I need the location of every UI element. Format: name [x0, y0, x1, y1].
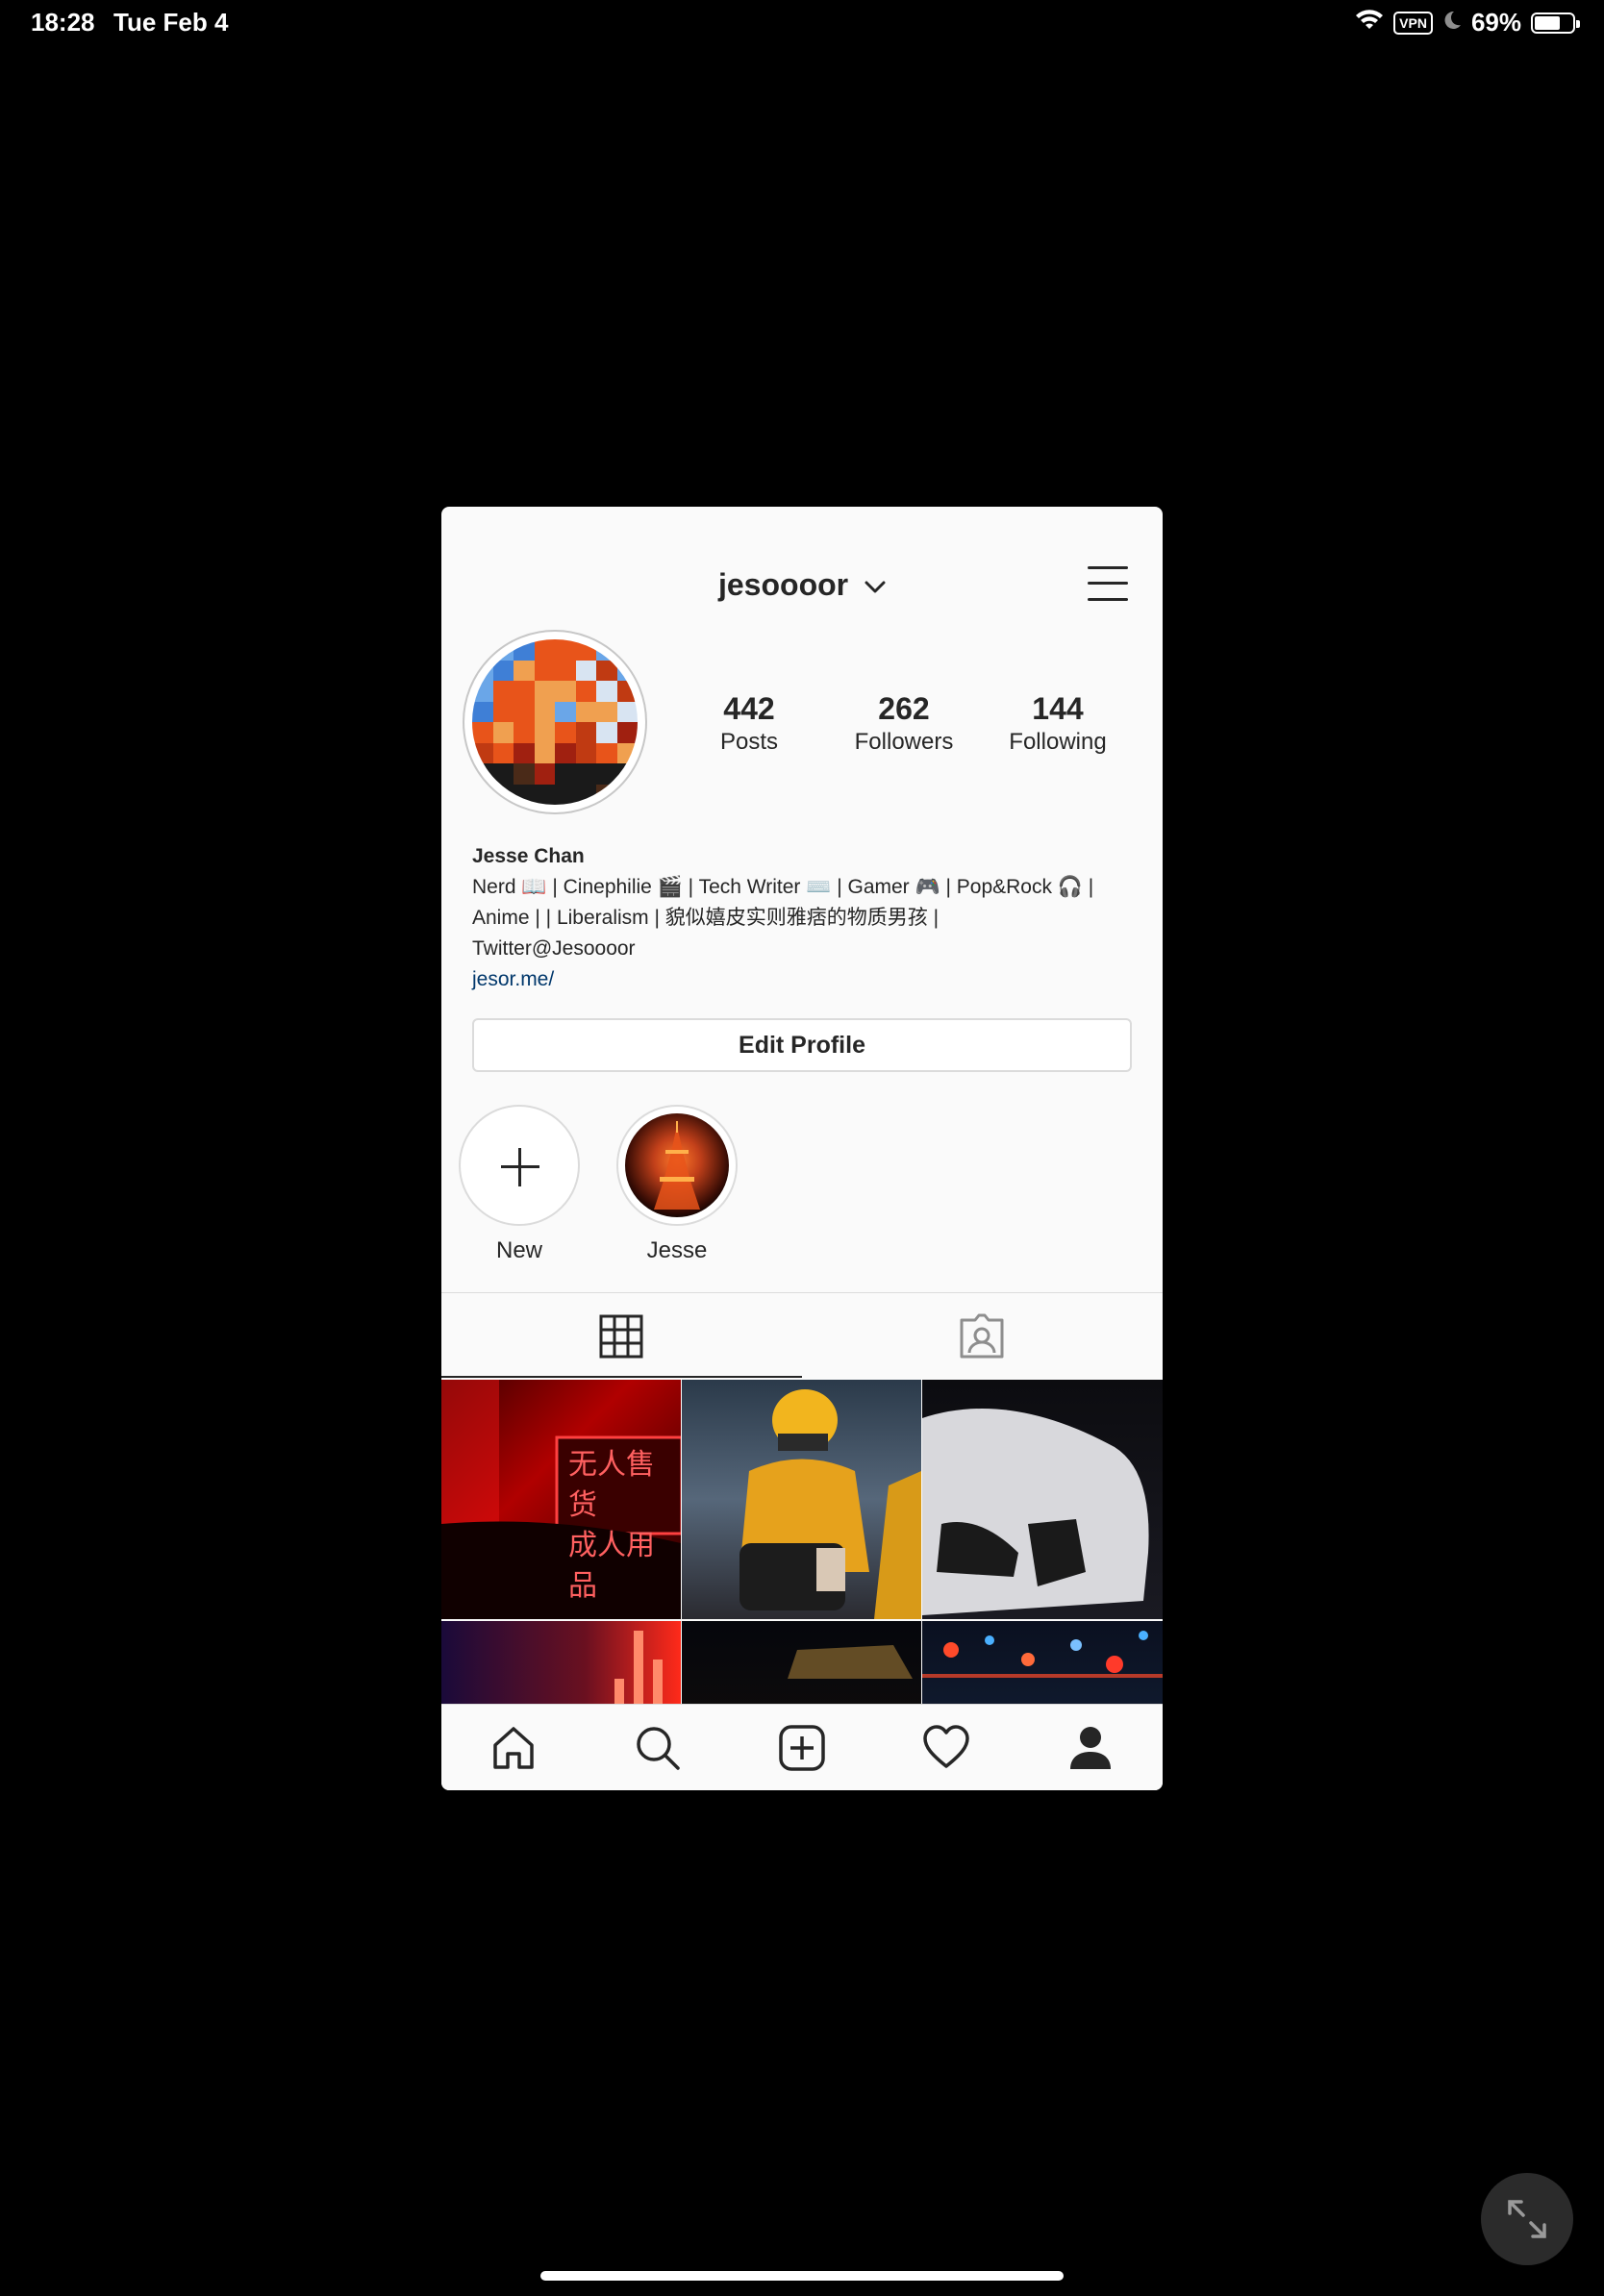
username-switcher[interactable]: jesoooor [441, 567, 1163, 603]
vpn-badge: VPN [1393, 11, 1433, 35]
chevron-down-icon [865, 581, 886, 593]
post-thumbnail[interactable] [922, 1380, 1163, 1619]
posts-stat[interactable]: 442 Posts [672, 691, 826, 756]
highlight-label: Jesse [646, 1237, 708, 1263]
grid-icon [599, 1314, 643, 1359]
posts-label: Posts [719, 729, 779, 755]
tokyo-tower-image [625, 1113, 729, 1217]
search-tab[interactable] [629, 1719, 687, 1777]
home-tab[interactable] [485, 1719, 542, 1777]
following-stat[interactable]: 144 Following [981, 691, 1135, 756]
profile-icon [1070, 1727, 1111, 1769]
followers-stat[interactable]: 262 Followers [827, 691, 981, 756]
tab-tagged[interactable] [802, 1293, 1163, 1378]
followers-label: Followers [854, 729, 954, 755]
active-tab-indicator [441, 1376, 802, 1378]
tagged-person-icon [960, 1313, 1004, 1359]
post-thumbnail[interactable] [682, 1380, 921, 1619]
bio-line: Twitter@Jesoooor [472, 937, 636, 960]
search-icon [637, 1727, 680, 1770]
profile-bio: Jesse Chan Nerd 📖 | Cinephilie 🎬 | Tech … [472, 841, 1136, 995]
edit-profile-button[interactable]: Edit Profile [472, 1018, 1132, 1072]
highlight-label: New [495, 1237, 542, 1263]
activity-tab[interactable] [917, 1719, 975, 1777]
followers-count: 262 [878, 691, 930, 726]
profile-header: jesoooor [441, 507, 1163, 612]
wifi-icon [1355, 8, 1384, 37]
posts-grid: 无人售货 成人用品 [441, 1380, 1163, 1711]
expand-fullscreen-button[interactable] [1481, 2173, 1573, 2265]
avatar[interactable] [463, 630, 647, 814]
post-thumbnail[interactable] [922, 1621, 1163, 1711]
status-time: 18:28 [31, 8, 95, 37]
battery-fill [1535, 15, 1560, 30]
battery-icon [1531, 12, 1580, 34]
moon-icon [1442, 8, 1462, 37]
tab-grid[interactable] [441, 1293, 802, 1378]
bottom-tab-bar [441, 1704, 1163, 1790]
highlight-jesse[interactable]: Jesse [614, 1105, 739, 1264]
expand-icon [1508, 2200, 1546, 2238]
bio-line: Nerd 📖 | Cinephilie 🎬 | Tech Writer ⌨️ |… [472, 876, 1094, 898]
highlight-cover [616, 1105, 738, 1226]
menu-icon[interactable] [1088, 566, 1128, 601]
status-bar: 18:28 Tue Feb 4 VPN 69% [0, 0, 1604, 46]
display-name: Jesse Chan [472, 845, 585, 867]
post-thumbnail[interactable]: 无人售货 成人用品 [441, 1380, 681, 1619]
posts-count: 442 [723, 691, 775, 726]
app-window: jesoooor 442 Posts 262 Followers 144 Fol… [441, 507, 1163, 1790]
following-count: 144 [1032, 691, 1084, 726]
profile-tab[interactable] [1062, 1719, 1119, 1777]
post-thumbnail[interactable] [441, 1621, 681, 1711]
status-indicators: VPN 69% [1355, 8, 1580, 37]
avatar-image [472, 639, 638, 805]
bio-link[interactable]: jesor.me/ [472, 964, 1136, 995]
battery-percent: 69% [1470, 8, 1521, 37]
highlight-new[interactable]: New [457, 1105, 582, 1264]
new-post-tab[interactable] [773, 1719, 831, 1777]
heart-icon [923, 1725, 969, 1768]
bio-line: Anime | | Liberalism | 貌似嬉皮实则雅痞的物质男孩 | [472, 907, 940, 929]
username: jesoooor [717, 567, 849, 602]
neon-sign-text: 无人售货 成人用品 [568, 1448, 655, 1603]
add-post-icon [779, 1725, 825, 1771]
add-highlight-circle [459, 1105, 580, 1226]
following-label: Following [1009, 729, 1107, 755]
post-thumbnail[interactable] [682, 1621, 921, 1711]
home-indicator[interactable] [540, 2271, 1064, 2281]
home-icon [493, 1727, 534, 1769]
status-date: Tue Feb 4 [113, 8, 229, 37]
